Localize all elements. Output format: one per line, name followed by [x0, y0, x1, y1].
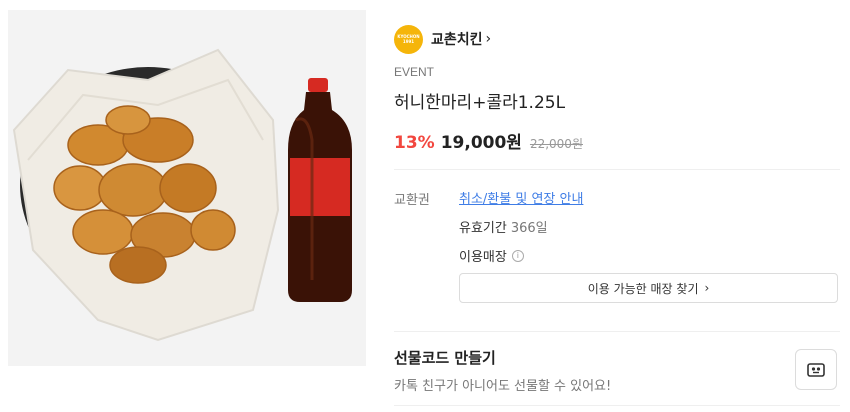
gift-code-icon: [807, 362, 825, 377]
store-row: 이용매장 i: [459, 246, 524, 265]
brand-link[interactable]: KYOCHON 1991 교촌치킨 ›: [394, 24, 491, 54]
voucher-label: 교환권: [394, 193, 430, 208]
discount-rate: 13%: [394, 133, 435, 153]
chevron-right-icon: ›: [485, 31, 492, 47]
sale-price: 19,000원: [440, 133, 522, 153]
find-store-button[interactable]: 이용 가능한 매장 찾기 ›: [459, 273, 838, 303]
info-icon[interactable]: i: [511, 249, 524, 262]
product-info-panel: KYOCHON 1991 교촌치킨 › EVENT 허니한마리+콜라1.25L 1…: [394, 0, 840, 412]
product-title: 허니한마리+콜라1.25L: [394, 93, 566, 113]
refund-policy-link[interactable]: 취소/환불 및 연장 안내: [459, 188, 583, 207]
gift-code-title: 선물코드 만들기: [394, 349, 496, 367]
gift-code-button[interactable]: [795, 349, 837, 390]
divider: [394, 331, 840, 332]
find-store-label: 이용 가능한 매장 찾기: [587, 281, 699, 296]
price-row: 13% 19,000원 22,000원: [394, 128, 583, 153]
chevron-right-icon: ›: [704, 281, 710, 295]
kyochon-logo: KYOCHON 1991: [394, 24, 423, 54]
brand-name[interactable]: 교촌치킨: [431, 29, 483, 49]
product-image: [8, 10, 366, 366]
validity-period: 유효기간 366일: [459, 217, 548, 236]
store-label: 이용매장: [459, 250, 507, 265]
validity-value: 366일: [510, 221, 548, 236]
divider: [394, 169, 840, 170]
divider: [394, 405, 840, 406]
gift-code-description: 카톡 친구가 아니어도 선물할 수 있어요!: [394, 379, 612, 394]
event-label: EVENT: [394, 65, 435, 79]
fried-chicken-and-cola-photo: [12, 48, 352, 342]
validity-label: 유효기간: [459, 221, 507, 236]
original-price: 22,000원: [529, 137, 583, 151]
